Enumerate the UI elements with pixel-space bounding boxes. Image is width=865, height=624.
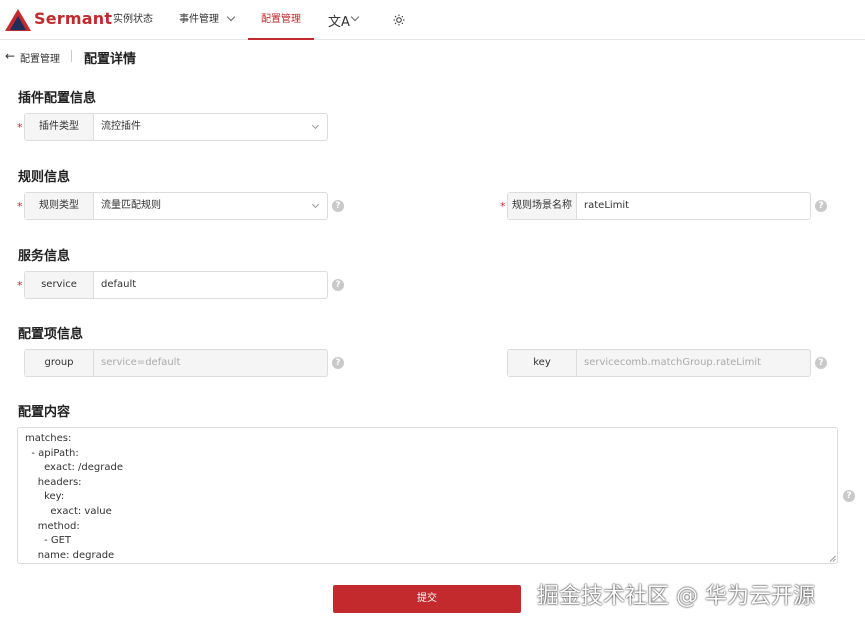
nav-event-management[interactable]: 事件管理 (179, 0, 236, 40)
rule-type-label: 规则类型 (25, 193, 94, 219)
nav-event-label: 事件管理 (179, 14, 219, 25)
help-icon[interactable]: ? (332, 279, 344, 291)
breadcrumb-divider (71, 50, 72, 62)
required-marker: * (17, 200, 23, 213)
top-navbar: Sermant 实例状态 事件管理 配置管理 文A (0, 0, 865, 40)
service-value: default (101, 279, 137, 290)
section-config-item-title: 配置项信息 (18, 327, 84, 342)
rule-scene-name-label: 规则场景名称 (508, 193, 577, 219)
chevron-down-icon (311, 121, 320, 130)
section-service-title: 服务信息 (18, 249, 71, 264)
section-rule-title: 规则信息 (18, 170, 71, 185)
required-marker: * (17, 279, 23, 292)
required-marker: * (500, 200, 506, 213)
group-label: group (25, 350, 94, 376)
rule-type-value: 流量匹配规则 (101, 200, 161, 211)
nav-config-management[interactable]: 配置管理 (261, 0, 301, 40)
help-icon[interactable]: ? (815, 357, 827, 369)
key-label: key (508, 350, 577, 376)
required-marker: * (17, 121, 23, 134)
watermark-text: 掘金技术社区 @ 华为云开源 (537, 584, 815, 609)
plugin-type-select[interactable]: 插件类型 流控插件 (24, 113, 328, 141)
service-input[interactable]: service default (24, 271, 328, 299)
help-icon[interactable]: ? (815, 200, 827, 212)
rule-scene-name-value: rateLimit (584, 200, 630, 211)
key-input: key servicecomb.matchGroup.rateLimit (507, 349, 811, 377)
submit-button[interactable]: 提交 (333, 585, 521, 613)
back-arrow-icon[interactable]: ← (5, 49, 15, 63)
group-input: group service=default (24, 349, 328, 377)
language-chevron-icon[interactable] (350, 12, 360, 22)
brand-name: Sermant (34, 9, 113, 28)
section-content-title: 配置内容 (18, 405, 71, 420)
rule-type-select[interactable]: 规则类型 流量匹配规则 (24, 192, 328, 220)
help-icon[interactable]: ? (332, 357, 344, 369)
chevron-down-icon (226, 12, 236, 22)
plugin-type-value: 流控插件 (101, 121, 141, 132)
service-label: service (25, 272, 94, 298)
page-title: 配置详情 (84, 52, 137, 67)
nav-active-indicator (248, 38, 314, 40)
resize-handle-icon[interactable] (829, 555, 836, 562)
config-content-text: matches: - apiPath: exact: /degrade head… (25, 433, 124, 561)
plugin-type-label: 插件类型 (25, 114, 94, 140)
help-icon[interactable]: ? (843, 490, 855, 502)
language-icon[interactable]: 文A (328, 11, 350, 30)
sun-icon[interactable] (393, 14, 405, 26)
config-content-textarea[interactable]: matches: - apiPath: exact: /degrade head… (17, 427, 838, 564)
key-value: servicecomb.matchGroup.rateLimit (584, 357, 762, 368)
sermant-logo-icon (5, 9, 31, 31)
group-value: service=default (101, 357, 181, 368)
rule-scene-name-input[interactable]: 规则场景名称 rateLimit (507, 192, 811, 220)
chevron-down-icon (311, 200, 320, 209)
breadcrumb-parent[interactable]: 配置管理 (20, 50, 60, 65)
help-icon[interactable]: ? (332, 200, 344, 212)
nav-instance-status[interactable]: 实例状态 (113, 0, 153, 40)
section-plugin-title: 插件配置信息 (18, 91, 97, 106)
